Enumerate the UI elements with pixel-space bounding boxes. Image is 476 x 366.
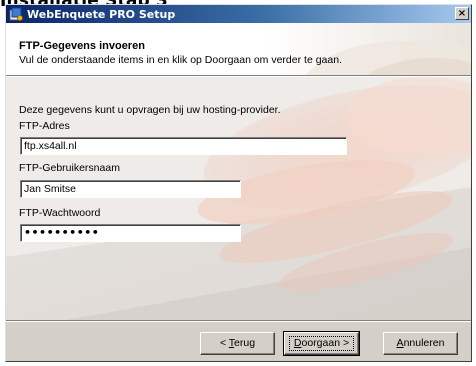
setup-window: WebEnquete PRO Setup × FTP-Gegevens invo… (5, 4, 472, 362)
cancel-button-mnemonic: A (396, 337, 404, 349)
next-button-mnemonic: D (293, 337, 302, 349)
close-icon[interactable]: × (455, 7, 469, 20)
wizard-header: FTP-Gegevens invoeren Vul de onderstaand… (6, 23, 471, 75)
back-button-prefix: < (219, 337, 229, 349)
form-intro-text: Deze gegevens kunt u opvragen bij uw hos… (19, 104, 281, 116)
cancel-button[interactable]: Annuleren (383, 332, 458, 355)
ftp-address-field[interactable]: ftp.xs4all.nl (20, 137, 347, 155)
ftp-password-label: FTP-Wachtwoord (19, 207, 101, 219)
next-button-focus: Doorgaan > (288, 336, 355, 351)
back-button-label: erug (234, 337, 256, 349)
title-bar[interactable]: WebEnquete PRO Setup × (6, 5, 471, 23)
wizard-body: Deze gegevens kunt u opvragen bij uw hos… (6, 77, 471, 320)
ftp-user-label: FTP-Gebruikersnaam (19, 162, 120, 174)
footer-divider (6, 320, 471, 322)
setup-app-icon (9, 7, 23, 21)
window-title: WebEnquete PRO Setup (27, 7, 176, 21)
ftp-username-field[interactable]: Jan Smitse (20, 180, 241, 198)
header-subtitle: Vul de onderstaande items in en klik op … (19, 54, 342, 66)
next-button[interactable]: Doorgaan > (283, 331, 360, 356)
ftp-password-field[interactable]: •••••••••• (20, 224, 241, 242)
next-button-label: oorgaan > (301, 337, 350, 349)
header-title: FTP-Gegevens invoeren (19, 40, 145, 52)
cancel-button-label: nnuleren (403, 337, 445, 349)
ftp-address-label: FTP-Adres (19, 120, 70, 132)
back-button[interactable]: < Terug (200, 332, 275, 355)
